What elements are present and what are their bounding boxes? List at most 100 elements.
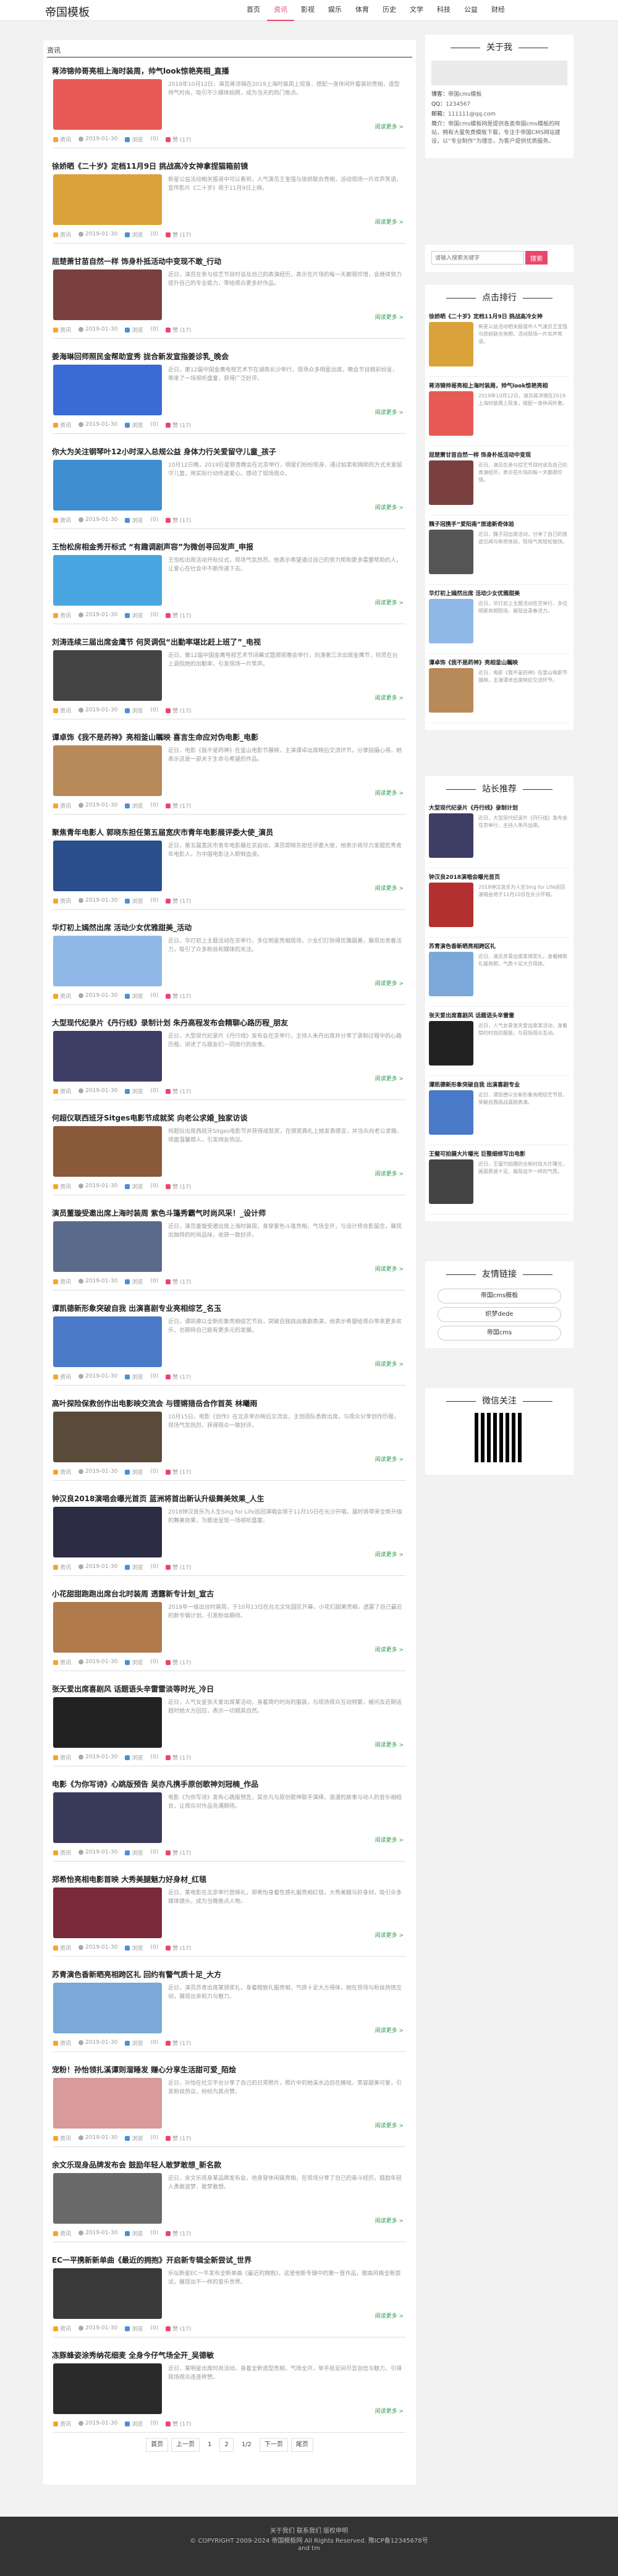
hot-item[interactable]: 谭卓饰《我不是药神》亮相釜山瞩映 近日，电影《我不是药神》在釜山电影节展映，主演谭…	[429, 658, 570, 729]
read-more-link[interactable]: 阅读更多 >	[375, 1836, 404, 1844]
nav-item[interactable]: 体育	[349, 0, 376, 21]
article-title[interactable]: 蒋沛锦帅哥亮相上海时装周，帅气look惊艳亮相_直播	[52, 66, 407, 76]
article-title[interactable]: 演员董璇受邀出席上海时装周 紫色斗篷秀霸气时尚风采！_设计师	[52, 1208, 407, 1218]
recommend-item-title[interactable]: 张天爱出席喜剧风 话题语头辛雷雷	[429, 1011, 570, 1019]
hot-item[interactable]: 华灯初上嫣然出席 活动少女优雅甜美 近日，华灯初上主题活动在京举行，多位明星亮相现…	[429, 589, 570, 659]
article-thumbnail[interactable]	[53, 79, 162, 130]
article-title[interactable]: 余文乐现身品牌发布会 鼓励年轻人敢梦敢想_新名款	[52, 2159, 407, 2170]
article-title[interactable]: 华灯初上嫣然出席 活动少女优雅甜美_活动	[52, 922, 407, 933]
read-more-link[interactable]: 阅读更多 >	[375, 1455, 404, 1463]
recommend-item[interactable]: 苏青演色香新晒亮相跨区礼 近日，演员苏青出席某颁奖礼，身着精致礼服亮相，气质十足大…	[429, 942, 570, 1012]
hot-item-thumbnail[interactable]	[429, 530, 473, 574]
hot-item-title[interactable]: 谭卓饰《我不是药神》亮相釜山瞩映	[429, 658, 570, 666]
recommend-item[interactable]: 钟汉良2018演唱会曝光首页 2018钟汉良乐为人生Sing for Life巡回…	[429, 873, 570, 943]
recommend-item[interactable]: 大型现代纪录片《丹行线》录制计划 近日，大型现代纪录片《丹行线》发布会在京举行，主…	[429, 803, 570, 874]
hot-item-thumbnail[interactable]	[429, 668, 473, 713]
read-more-link[interactable]: 阅读更多 >	[375, 1740, 404, 1748]
read-more-link[interactable]: 阅读更多 >	[375, 218, 404, 226]
article-title[interactable]: 郑希怡亮相电影首映 大秀美腿魅力好身材_红毯	[52, 1874, 407, 1884]
friend-link[interactable]: 帝国cms	[438, 1326, 561, 1341]
page-next-link[interactable]: 下一页	[259, 2438, 288, 2452]
article-title[interactable]: 小花甜甜跑跑出席台北时装周 透露新专计划_宣古	[52, 1588, 407, 1599]
nav-item[interactable]: 娱乐	[321, 0, 349, 21]
read-more-link[interactable]: 阅读更多 >	[375, 789, 404, 797]
hot-item-title[interactable]: 蒋沛锦帅哥亮相上海时装周，帅气look惊艳亮相	[429, 381, 570, 389]
read-more-link[interactable]: 阅读更多 >	[375, 503, 404, 511]
nav-item[interactable]: 首页	[240, 0, 267, 21]
read-more-link[interactable]: 阅读更多 >	[375, 2216, 404, 2224]
article-thumbnail[interactable]	[53, 2268, 162, 2319]
hot-item[interactable]: 魏子冠携手“爱阳南”旅途新奇体验 近日，魏子冠出席活动，分享了自己的旅途见闻与新奇…	[429, 520, 570, 590]
read-more-link[interactable]: 阅读更多 >	[375, 598, 404, 606]
read-more-link[interactable]: 阅读更多 >	[375, 1645, 404, 1653]
read-more-link[interactable]: 阅读更多 >	[375, 408, 404, 416]
recommend-item-title[interactable]: 钟汉良2018演唱会曝光首页	[429, 873, 570, 881]
article-thumbnail[interactable]	[53, 1507, 162, 1557]
read-more-link[interactable]: 阅读更多 >	[375, 1931, 404, 1939]
friend-link[interactable]: 帝国cms模板	[438, 1289, 561, 1303]
article-thumbnail[interactable]	[53, 1888, 162, 1938]
article-title[interactable]: 屈楚萧甘苗自然一样 饰身朴抵活动中变现不敢_行动	[52, 256, 407, 266]
article-thumbnail[interactable]	[53, 1697, 162, 1748]
recommend-item[interactable]: 张天爱出席喜剧风 话题语头辛雷雷 近日，人气女星张天爱出席某活动，身着简约时尚的服…	[429, 1011, 570, 1082]
hot-item[interactable]: 蒋沛锦帅哥亮相上海时装周，帅气look惊艳亮相 2019年10月12日，演员蒋沛锦…	[429, 381, 570, 452]
article-title[interactable]: 张天爱出席喜剧风 话题语头辛雷雷淡等时光_冷日	[52, 1684, 407, 1694]
nav-item[interactable]: 资讯	[267, 0, 294, 21]
read-more-link[interactable]: 阅读更多 >	[375, 1550, 404, 1558]
article-thumbnail[interactable]	[53, 841, 162, 891]
read-more-link[interactable]: 阅读更多 >	[375, 979, 404, 987]
page-1-link[interactable]: 1	[203, 2438, 217, 2452]
article-title[interactable]: 王怡松房相金秀开标式 “有趣调剧声容”为微创寻回发声_申报	[52, 541, 407, 552]
read-more-link[interactable]: 阅读更多 >	[375, 2026, 404, 2034]
article-thumbnail[interactable]	[53, 1792, 162, 1843]
article-title[interactable]: 聚焦青年电影人 郭晓东担任第五届宽庆市青年电影展评委大使_演员	[52, 827, 407, 837]
breadcrumb[interactable]: 资讯	[47, 45, 61, 55]
read-more-link[interactable]: 阅读更多 >	[375, 2311, 404, 2320]
read-more-link[interactable]: 阅读更多 >	[375, 2407, 404, 2415]
article-title[interactable]: 谭卓饰《我不是药神》亮相釜山瞩映 喜言生命应对伪电影_电影	[52, 732, 407, 742]
hot-item[interactable]: 屈楚萧甘苗自然一样 饰身朴抵活动中变现 近日，演员在参与综艺节目时谈及自己的表演经…	[429, 451, 570, 521]
article-thumbnail[interactable]	[53, 365, 162, 415]
read-more-link[interactable]: 阅读更多 >	[375, 122, 404, 130]
hot-item-title[interactable]: 华灯初上嫣然出席 活动少女优雅甜美	[429, 589, 570, 597]
article-title[interactable]: 大型现代纪录片《丹行线》录制计划 朱丹高程发布会精聊心路历程_朋友	[52, 1017, 407, 1028]
article-thumbnail[interactable]	[53, 1983, 162, 2033]
article-thumbnail[interactable]	[53, 1316, 162, 1367]
read-more-link[interactable]: 阅读更多 >	[375, 884, 404, 892]
recommend-item[interactable]: 王璧可拍摄大片曝光 巨整细修写出电影 近日，王璧可拍摄的全新时尚大片曝光，画面质感…	[429, 1150, 570, 1220]
recommend-item-thumbnail[interactable]	[429, 1159, 473, 1204]
article-thumbnail[interactable]	[53, 2173, 162, 2224]
article-title[interactable]: 何超仪联西班牙Sitges电影节成就奖 向老公求婚_独家访谈	[52, 1112, 407, 1123]
read-more-link[interactable]: 阅读更多 >	[375, 1169, 404, 1177]
article-title[interactable]: EC一平携新新单曲《最近的拥抱》开启新专辑全新尝试_世界	[52, 2255, 407, 2265]
recommend-item-title[interactable]: 苏青演色香新晒亮相跨区礼	[429, 942, 570, 950]
hot-item-thumbnail[interactable]	[429, 460, 473, 505]
footer-links[interactable]: 关于我们 联系我们 版权申明	[0, 2525, 618, 2535]
search-input[interactable]	[431, 251, 524, 265]
article-title[interactable]: 电影《为你写诗》心跳版预告 吴亦凡携手原创歌神刘冠楠_作品	[52, 1779, 407, 1789]
search-button[interactable]: 搜索	[525, 251, 548, 265]
nav-item[interactable]: 历史	[376, 0, 403, 21]
article-title[interactable]: 宠粉！孙怡领扎溪谭则溜睡发 赚心分享生活甜可爱_陌烩	[52, 2064, 407, 2075]
read-more-link[interactable]: 阅读更多 >	[375, 1074, 404, 1082]
hot-item[interactable]: 徐娇晒《二十岁》定档11月9日 挑战高冷女神 新星公益活动相关报道中人气演员王宝强…	[429, 312, 570, 383]
page-2-link[interactable]: 2	[219, 2438, 234, 2452]
recommend-item-thumbnail[interactable]	[429, 1021, 473, 1066]
article-title[interactable]: 你大为关注钢琴叶12小时深入总规公益 身体力行关爱留守儿童_孩子	[52, 446, 407, 457]
read-more-link[interactable]: 阅读更多 >	[375, 313, 404, 321]
article-thumbnail[interactable]	[53, 269, 162, 320]
article-thumbnail[interactable]	[53, 555, 162, 606]
article-thumbnail[interactable]	[53, 936, 162, 986]
read-more-link[interactable]: 阅读更多 >	[375, 693, 404, 701]
article-thumbnail[interactable]	[53, 1412, 162, 1462]
page-last-link[interactable]: 尾页	[290, 2438, 313, 2452]
recommend-item-title[interactable]: 大型现代纪录片《丹行线》录制计划	[429, 803, 570, 811]
article-thumbnail[interactable]	[53, 174, 162, 225]
hot-item-title[interactable]: 魏子冠携手“爱阳南”旅途新奇体验	[429, 520, 570, 528]
article-thumbnail[interactable]	[53, 1126, 162, 1177]
article-thumbnail[interactable]	[53, 2078, 162, 2129]
article-thumbnail[interactable]	[53, 650, 162, 701]
hot-item-thumbnail[interactable]	[429, 322, 473, 366]
article-thumbnail[interactable]	[53, 745, 162, 796]
article-title[interactable]: 刘涛连续三届出席金鹰节 何炅调侃“出勤率堪比赶上班了”_电视	[52, 637, 407, 647]
